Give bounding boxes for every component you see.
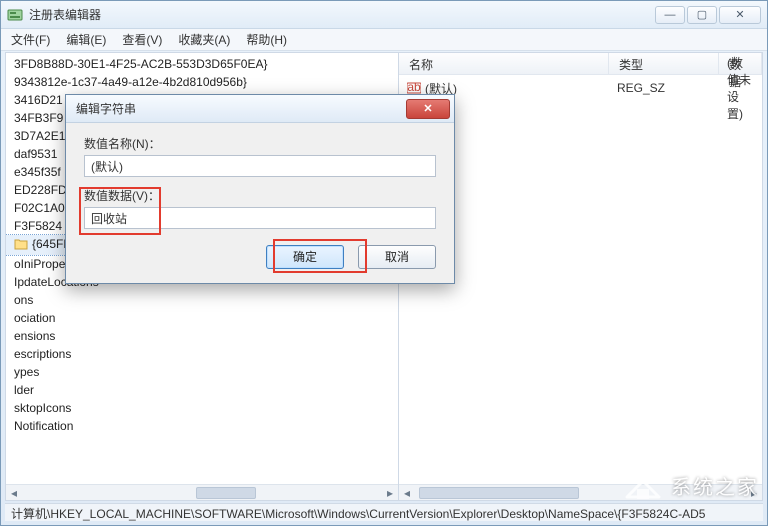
ok-button[interactable]: 确定 — [266, 245, 344, 269]
tree-item[interactable]: 3FD8B88D-30E1-4F25-AC2B-553D3D65F0EA} — [6, 55, 398, 73]
menu-favorites[interactable]: 收藏夹(A) — [178, 31, 230, 48]
svg-text:ab: ab — [407, 81, 421, 94]
value-data: (数值未设置) — [727, 54, 754, 122]
value-type: REG_SZ — [617, 81, 727, 95]
regedit-icon — [7, 7, 23, 23]
title-area: 注册表编辑器 — [7, 6, 101, 23]
scroll-right-icon[interactable]: ▸ — [382, 486, 398, 500]
menu-help[interactable]: 帮助(H) — [246, 31, 287, 48]
minimize-button[interactable]: — — [655, 6, 685, 24]
value-data-field[interactable] — [84, 207, 436, 229]
tree-item[interactable]: lder — [6, 381, 398, 399]
dialog-buttons: 确定 取消 — [84, 245, 436, 269]
list-item[interactable]: ab (默认) REG_SZ (数值未设置) — [407, 79, 754, 97]
scroll-right-icon[interactable]: ▸ — [746, 486, 762, 500]
scroll-thumb[interactable] — [196, 487, 256, 499]
tree-item[interactable]: sktopIcons — [6, 399, 398, 417]
dialog-titlebar: 编辑字符串 ✕ — [66, 95, 454, 123]
value-name-field[interactable] — [84, 155, 436, 177]
statusbar: 计算机\HKEY_LOCAL_MACHINE\SOFTWARE\Microsof… — [5, 503, 763, 521]
value-data-label: 数值数据(V)： — [84, 187, 436, 204]
cancel-button[interactable]: 取消 — [358, 245, 436, 269]
menu-view[interactable]: 查看(V) — [122, 31, 162, 48]
value-name-label: 数值名称(N)： — [84, 135, 436, 152]
tree-hscrollbar[interactable]: ◂ ▸ — [6, 484, 398, 500]
string-value-icon: ab — [407, 81, 421, 95]
edit-string-dialog: 编辑字符串 ✕ 数值名称(N)： 数值数据(V)： 确定 取消 — [65, 94, 455, 284]
registry-editor-window: 注册表编辑器 — ▢ ✕ 文件(F) 编辑(E) 查看(V) 收藏夹(A) 帮助… — [0, 0, 768, 526]
tree-item[interactable]: ons — [6, 291, 398, 309]
tree-item[interactable]: escriptions — [6, 345, 398, 363]
tree-item[interactable]: ensions — [6, 327, 398, 345]
scroll-left-icon[interactable]: ◂ — [399, 486, 415, 500]
scroll-left-icon[interactable]: ◂ — [6, 486, 22, 500]
dialog-body: 数值名称(N)： 数值数据(V)： 确定 取消 — [66, 123, 454, 283]
folder-icon — [14, 238, 28, 250]
menu-edit[interactable]: 编辑(E) — [66, 31, 106, 48]
menu-file[interactable]: 文件(F) — [11, 31, 50, 48]
scroll-thumb[interactable] — [419, 487, 579, 499]
tree-item[interactable]: 9343812e-1c37-4a49-a12e-4b2d810d956b} — [6, 73, 398, 91]
column-headers: 名称 类型 数据 — [399, 53, 762, 75]
close-window-button[interactable]: ✕ — [719, 6, 761, 24]
tree-item[interactable]: ypes — [6, 363, 398, 381]
tree-item[interactable]: ociation — [6, 309, 398, 327]
tree-item[interactable]: Notification — [6, 417, 398, 435]
column-name[interactable]: 名称 — [399, 53, 609, 74]
dialog-title: 编辑字符串 — [76, 100, 136, 117]
window-controls: — ▢ ✕ — [655, 6, 761, 24]
titlebar: 注册表编辑器 — ▢ ✕ — [1, 1, 767, 29]
menubar: 文件(F) 编辑(E) 查看(V) 收藏夹(A) 帮助(H) — [1, 29, 767, 51]
dialog-close-button[interactable]: ✕ — [406, 99, 450, 119]
window-title: 注册表编辑器 — [29, 6, 101, 23]
maximize-button[interactable]: ▢ — [687, 6, 717, 24]
column-type[interactable]: 类型 — [609, 53, 719, 74]
list-hscrollbar[interactable]: ◂ ▸ — [399, 484, 762, 500]
